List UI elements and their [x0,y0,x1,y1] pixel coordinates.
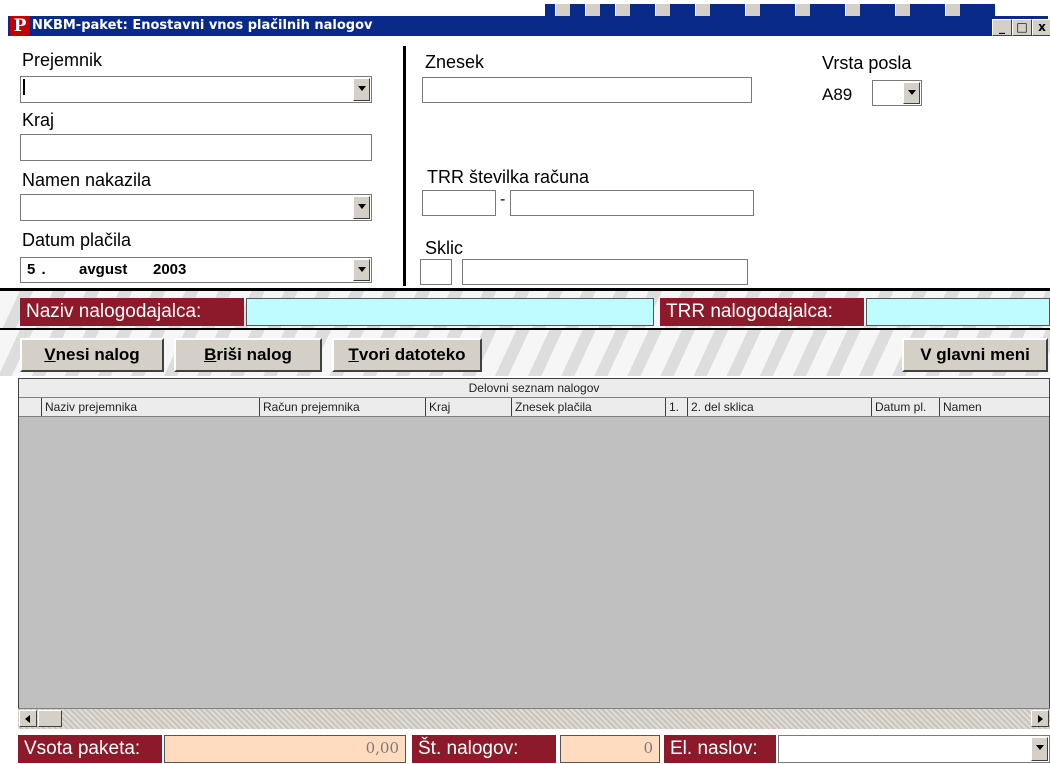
grid-caption: Delovni seznam nalogov [19,379,1049,398]
datum-picker[interactable]: 5 . avgust 2003 [20,257,372,283]
column-znesek-placila[interactable]: Znesek plačila [511,398,665,416]
scroll-thumb[interactable] [38,710,62,727]
trr-nalogodajalca-label: TRR nalogodajalca: [660,298,864,326]
column-datum[interactable]: Datum pl. [871,398,939,416]
datum-month: avgust [79,261,128,278]
trr-nalogodajalca-field [866,298,1050,326]
tvori-hotkey: T [348,345,359,364]
vnesi-hotkey: V [44,345,56,364]
prejemnik-combobox[interactable] [20,76,372,103]
orders-grid[interactable]: Delovni seznam nalogov Naziv prejemnika … [18,378,1050,728]
column-kraj[interactable]: Kraj [425,398,511,416]
brisi-nalog-button[interactable]: Briši nalog [174,338,322,372]
namen-combobox[interactable] [20,194,372,221]
datum-year: 2003 [153,261,187,278]
chevron-down-icon[interactable] [1031,737,1048,761]
sklic-number-input[interactable] [462,259,748,285]
vsota-paketa-value: 0,00 [164,735,406,763]
vrsta-posla-prefix: A89 [822,85,853,104]
kraj-label: Kraj [22,110,55,130]
kraj-input[interactable] [20,134,372,161]
trr-label: TRR številka računa [427,167,590,187]
sklic-label: Sklic [425,238,464,258]
column-divider [403,46,406,286]
vsota-paketa-label: Vsota paketa: [18,735,162,763]
vrsta-posla-combobox[interactable] [872,80,922,106]
trr-dash: - [500,191,506,208]
column-racun-prejemnika[interactable]: Račun prejemnika [259,398,425,416]
el-naslov-label: El. naslov: [664,735,776,763]
datum-day: 5 . [27,261,47,278]
column-sklic-1[interactable]: 1. [665,398,687,416]
close-button[interactable]: x [1032,19,1050,36]
el-naslov-combobox[interactable] [778,735,1050,763]
grid-horizontal-scrollbar[interactable] [18,708,1050,729]
tvori-datoteko-button[interactable]: Tvori datoteko [332,338,482,372]
brisi-label: riši nalog [216,345,292,364]
background-toolbar-strip [545,4,995,16]
title-bar: P NKBM-paket: Enostavni vnos plačilnih n… [0,0,1050,40]
naziv-nalogodajalca-label: Naziv nalogodajalca: [20,298,244,326]
glavni-meni-button[interactable]: V glavni meni [902,338,1048,372]
tvori-label: vori datoteko [358,345,466,364]
maximize-button[interactable]: □ [1012,19,1032,36]
trr-part2-input[interactable] [510,190,754,216]
vnesi-label: nesi nalog [55,345,140,364]
app-icon: P [10,16,30,36]
vnesi-nalog-button[interactable]: Vnesi nalog [20,338,164,372]
column-namen[interactable]: Namen [939,398,1049,416]
vrsta-posla-label: Vrsta posla [822,53,912,73]
glavni-prefix: V [920,345,937,364]
glavni-label: lavni meni [946,345,1030,364]
naziv-nalogodajalca-field [246,298,654,326]
st-nalogov-value: 0 [560,735,660,763]
chevron-down-icon[interactable] [903,82,920,104]
st-nalogov-label: Št. nalogov: [412,735,556,763]
text-caret [23,79,25,95]
scroll-left-icon[interactable] [19,710,37,727]
scroll-right-icon[interactable] [1031,710,1049,727]
namen-label: Namen nakazila [22,170,152,190]
chevron-down-icon[interactable] [353,78,370,101]
column-naziv-prejemnika[interactable]: Naziv prejemnika [41,398,259,416]
chevron-down-icon[interactable] [353,196,370,219]
grid-header: Naziv prejemnika Račun prejemnika Kraj Z… [19,398,1049,417]
minimize-button[interactable]: _ [992,19,1012,36]
datum-label: Datum plačila [22,230,132,250]
glavni-hotkey: g [936,345,947,364]
prejemnik-label: Prejemnik [22,50,103,70]
column-sklic-2[interactable]: 2. del sklica [687,398,871,416]
chevron-down-icon[interactable] [353,259,370,281]
sklic-model-input[interactable] [420,259,452,285]
brisi-hotkey: B [204,345,217,364]
window-title: NKBM-paket: Enostavni vnos plačilnih nal… [32,18,373,33]
znesek-input[interactable] [422,77,752,103]
znesek-label: Znesek [425,52,485,72]
trr-part1-input[interactable] [422,190,496,216]
